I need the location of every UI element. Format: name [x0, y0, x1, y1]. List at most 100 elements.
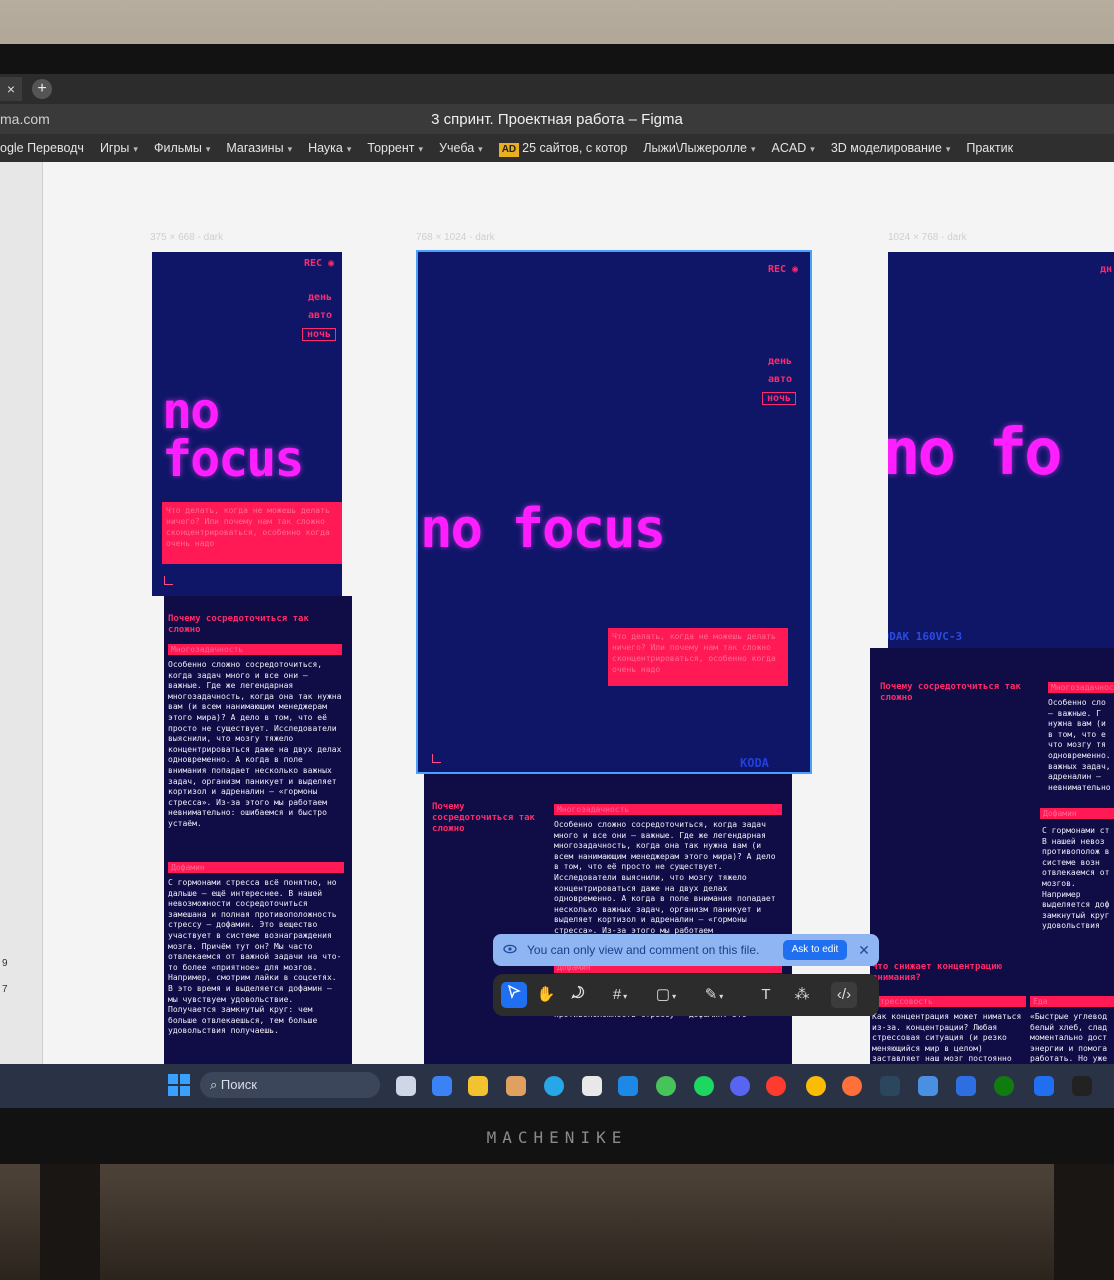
vscode-icon[interactable] — [618, 1076, 638, 1096]
tag-multitasking: Многозадачность — [168, 644, 342, 655]
desktop-hero-frame[interactable]: дн no fo KODAK 160VC-3 — [888, 252, 1114, 648]
app-icon[interactable] — [582, 1076, 602, 1096]
close-icon[interactable]: ✕ — [855, 940, 873, 960]
start-icon[interactable] — [168, 1074, 190, 1096]
app-icon[interactable] — [432, 1076, 452, 1096]
ad-badge: AD — [498, 143, 520, 157]
bookmark-label: Магазины — [226, 141, 284, 155]
address-bar: ma.com 3 спринт. Проектная работа – Figm… — [0, 104, 1114, 134]
app-icon[interactable] — [956, 1076, 976, 1096]
ask-to-edit-button[interactable]: Ask to edit — [783, 940, 847, 960]
taskbar-search[interactable]: ⌕ Поиск — [200, 1072, 380, 1098]
frame-label[interactable]: 375 × 668 - dark — [150, 232, 223, 243]
tag-multitasking: Многозадачность — [1048, 682, 1114, 693]
bookmark-item[interactable]: 3D моделирование ▾ — [831, 134, 951, 162]
mode-auto[interactable]: авто — [308, 310, 332, 321]
chevron-down-icon: ▾ — [945, 144, 951, 154]
monitor-stand-right — [1054, 1164, 1114, 1280]
hero-title: no focus — [420, 497, 666, 560]
bookmark-item[interactable]: Фильмы ▾ — [154, 134, 210, 162]
app-icon[interactable] — [656, 1076, 676, 1096]
bookmark-item[interactable]: AD 25 сайтов, с котор — [498, 134, 627, 162]
frame-label[interactable]: 768 × 1024 - dark — [416, 232, 495, 243]
mode-night[interactable]: ночь — [762, 392, 797, 405]
mobile-hero-frame[interactable]: REC ◉ день авто ночь no focus Что делать… — [152, 252, 342, 596]
bookmark-item[interactable]: ACAD ▾ — [772, 134, 815, 162]
window-title: 3 спринт. Проектная работа – Figma — [431, 111, 683, 128]
section-heading: Почему сосредоточиться так сложно — [432, 802, 535, 834]
chevron-down-icon: ▾ — [205, 144, 211, 154]
layers-panel: 9 7 — [0, 162, 43, 1102]
bookmark-label: 3D моделирование — [830, 141, 942, 155]
bookmark-label: Лыжи\Лыжеролле — [643, 141, 748, 155]
bookmark-item[interactable]: Торрент ▾ — [367, 134, 423, 162]
viewfinder-corner — [164, 576, 173, 585]
tag-multitasking: Многозадачность — [554, 804, 782, 815]
hand-tool-icon[interactable]: ✋ — [533, 982, 559, 1008]
frame-label[interactable]: 1024 × 768 - dark — [888, 232, 967, 243]
xbox-icon[interactable] — [994, 1076, 1014, 1096]
bookmark-item[interactable]: Наука ▾ — [308, 134, 351, 162]
bookmark-item[interactable]: Лыжи\Лыжеролле ▾ — [643, 134, 755, 162]
bookmark-label: Наука — [308, 141, 343, 155]
monitor-brand: MACHENIKE — [486, 1128, 628, 1147]
dev-mode-icon[interactable]: ‹/› — [831, 982, 857, 1008]
app-icon[interactable] — [396, 1076, 416, 1096]
chrome-icon[interactable] — [806, 1076, 826, 1096]
discord-icon[interactable] — [730, 1076, 750, 1096]
yandex-browser-icon[interactable] — [766, 1076, 786, 1096]
intro-box: Что делать, когда не можешь делать ничег… — [608, 628, 788, 686]
tag-stress: Стрессовость — [872, 996, 1026, 1007]
app-icon[interactable] — [918, 1076, 938, 1096]
frame-tool-icon[interactable]: # ▾ — [607, 982, 633, 1008]
steam-icon[interactable] — [880, 1076, 900, 1096]
app-icon[interactable] — [1034, 1076, 1054, 1096]
figma-toolbar: ✋ # ▾ ▢ ▾ ✎ ▾ T ⁂ ‹/› — [493, 974, 879, 1016]
bookmark-item[interactable]: Практик — [966, 134, 1013, 162]
comment-tool-icon[interactable] — [565, 982, 591, 1008]
spotify-icon[interactable] — [694, 1076, 714, 1096]
hero-title-line1: no — [162, 382, 220, 440]
toast-message: You can only view and comment on this fi… — [527, 943, 760, 957]
epic-games-icon[interactable] — [1072, 1076, 1092, 1096]
panel-number: 9 — [2, 958, 8, 969]
mode-auto[interactable]: авто — [768, 374, 792, 385]
mode-day[interactable]: дн — [1100, 264, 1112, 275]
move-tool-icon[interactable] — [501, 982, 527, 1008]
bookmark-item[interactable]: ogle Переводч — [0, 134, 84, 162]
new-tab-button[interactable]: + — [32, 79, 52, 99]
hero-title-line2: focus — [162, 430, 305, 488]
pen-tool-icon[interactable]: ✎ ▾ — [701, 982, 727, 1008]
text-tool-icon[interactable]: T — [753, 982, 779, 1008]
mode-day[interactable]: день — [768, 356, 792, 367]
tablet-hero-frame[interactable]: REC ◉ день авто ночь no focus Что делать… — [416, 250, 812, 774]
mode-day[interactable]: день — [308, 292, 332, 303]
shape-tool-icon[interactable]: ▢ ▾ — [653, 982, 679, 1008]
view-only-toast: You can only view and comment on this fi… — [493, 934, 879, 966]
mode-night[interactable]: ночь — [302, 328, 337, 341]
panel-number: 7 — [2, 984, 8, 995]
bookmark-label: Учеба — [439, 141, 475, 155]
bookmark-item[interactable]: Учеба ▾ — [439, 134, 483, 162]
bookmark-label: Торрент — [367, 141, 415, 155]
chevron-down-icon: ▾ — [418, 144, 424, 154]
eye-icon — [503, 942, 517, 956]
chevron-down-icon: ▾ — [810, 144, 815, 154]
chevron-down-icon: ▾ — [751, 144, 756, 154]
kodak-mark: KODAK 160VC-3 — [888, 630, 963, 643]
mobile-content-frame[interactable]: Почему сосредоточиться так сложно Многоз… — [164, 596, 352, 1102]
firefox-icon[interactable] — [842, 1076, 862, 1096]
components-icon[interactable]: ⁂ — [789, 982, 815, 1008]
bookmark-item[interactable]: Игры ▾ — [100, 134, 138, 162]
bookmark-label: Фильмы — [153, 141, 202, 155]
tab-close-button[interactable]: × — [0, 77, 22, 101]
telegram-icon[interactable] — [544, 1076, 564, 1096]
bookmarks-bar: ogle Переводч Игры ▾ Фильмы ▾ Магазины ▾ Наука ▾… — [0, 134, 1114, 162]
intro-box: Что делать, когда не можешь делать ничег… — [162, 502, 342, 564]
app-icon[interactable] — [506, 1076, 526, 1096]
desktop-content-frame[interactable]: Почему сосредоточиться так сложно Многоз… — [870, 648, 1114, 1102]
bookmark-label: ACAD — [771, 141, 807, 155]
folder-icon[interactable] — [468, 1076, 488, 1096]
bookmark-item[interactable]: Магазины ▾ — [226, 134, 292, 162]
rec-indicator: REC ◉ — [304, 258, 335, 269]
